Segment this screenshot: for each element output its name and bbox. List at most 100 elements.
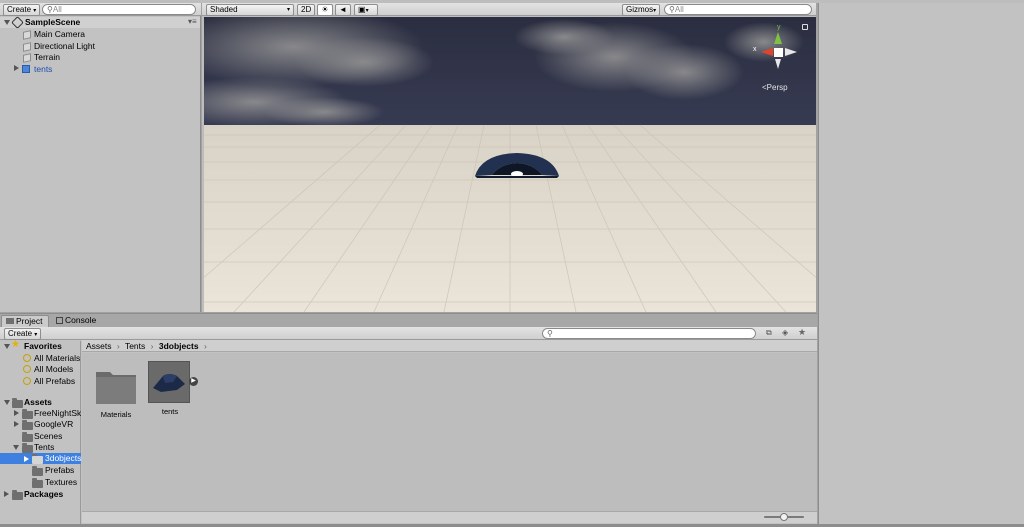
projection-label[interactable]: <Persp [762,83,788,92]
folder-expand-arrow-icon[interactable] [14,421,19,427]
gizmo-negy-cone-icon[interactable] [775,59,781,69]
folder-expand-arrow-icon[interactable] [14,410,19,416]
tab-console-label: Console [65,315,97,325]
breadcrumb-separator-icon: › [203,341,207,351]
model-preview-thumbnail [148,361,190,403]
project-search-input[interactable]: ⚲ [542,328,756,339]
scene-name: SampleScene [25,17,81,27]
assets-folder-item[interactable]: Tents [34,442,54,453]
folder-icon [32,454,43,464]
scene-menu-icon[interactable]: ▾≡ [188,17,197,26]
folder-icon [32,466,43,476]
tab-console[interactable]: Console [52,315,104,327]
effects-dropdown[interactable]: ▣▾ [354,4,378,16]
shading-mode-label: Shaded [210,5,238,14]
audio-toggle[interactable]: ◄ [335,4,351,16]
gizmo-negx-cone-icon[interactable] [785,48,797,56]
breadcrumb-item[interactable]: Tents [125,341,145,351]
packages-header[interactable]: Packages [24,489,63,500]
favorites-item[interactable]: All Materials [34,353,80,364]
zoom-slider[interactable] [764,513,804,521]
mode-2d-toggle[interactable]: 2D [297,4,316,16]
dropdown-arrow-icon: ▾ [34,332,38,338]
folder-icon [32,478,43,488]
gizmo-x-cone-icon[interactable] [761,48,773,56]
project-status-bar [82,511,817,523]
tents-expand-arrow-icon[interactable] [14,65,19,71]
large-folder-icon [96,372,136,404]
folder-icon [22,443,33,453]
project-create-button[interactable]: Create ▾ [4,328,42,340]
hierarchy-item[interactable]: Terrain [34,52,60,63]
assets-header[interactable]: Assets [24,397,52,408]
orientation-gizmo[interactable]: y x [749,24,799,79]
asset-item-label: Materials [100,410,132,419]
assets-folder-item[interactable]: GoogleVR [34,419,73,430]
folder-icon [12,490,23,500]
prefab-cube-icon [22,65,30,73]
assets-expand-arrow-icon[interactable] [4,400,10,405]
gameobject-icon [23,30,31,40]
shading-mode-dropdown[interactable]: Shaded ▾ [206,4,294,16]
tent-model[interactable] [472,150,562,182]
favorites-expand-arrow-icon[interactable] [4,344,10,349]
lock-icon[interactable] [802,24,808,30]
hierarchy-search-placeholder: All [52,5,62,14]
gameobject-icon [23,53,31,63]
breadcrumb-separator-icon: › [116,341,120,351]
hierarchy-item[interactable]: Directional Light [34,41,95,52]
hierarchy-create-button[interactable]: Create ▾ [3,4,41,16]
assets-folder-item[interactable]: FreeNightSky [34,408,81,419]
favorites-header[interactable]: Favorites [24,341,62,352]
lighting-toggle[interactable]: ☀ [317,4,333,16]
favorite-star-icon[interactable]: ★ [798,327,806,338]
dropdown-arrow-icon: ▾ [365,8,369,14]
scene-viewport[interactable]: y x <Persp [204,17,816,312]
hierarchy-search-input[interactable]: ⚲All [42,4,196,15]
expand-model-arrow-icon[interactable]: ▶ [189,377,198,386]
filter-type-icon[interactable]: ⧉ [766,328,772,338]
image-icon: ▣ [358,5,366,14]
scene-search-input[interactable]: ⚲All [664,4,812,15]
search-filter-icon [23,365,31,373]
assets-folder-item-selected[interactable]: 3dobjects [45,453,81,464]
favorites-item[interactable]: All Prefabs [34,376,75,387]
favorites-item[interactable]: All Models [34,364,73,375]
project-tab-bar [0,314,817,327]
dropdown-arrow-icon: ▾ [286,7,290,13]
gizmo-center-cube-icon[interactable] [774,48,783,57]
gameobject-icon [23,42,31,52]
gizmo-x-label: x [753,46,757,53]
dropdown-arrow-icon: ▾ [33,8,37,14]
projection-text: Persp [766,83,788,92]
breadcrumb-separator-icon: › [150,341,154,351]
gizmos-dropdown[interactable]: Gizmos▾ [622,4,660,16]
breadcrumb-item-current[interactable]: 3dobjects [159,341,199,351]
breadcrumb: Assets › Tents › 3dobjects › [82,340,817,352]
gizmo-y-cone-icon[interactable] [774,32,782,44]
assets-folder-item[interactable]: Scenes [34,431,62,442]
console-icon [56,317,63,324]
folder-icon [22,420,33,430]
hierarchy-item[interactable]: Main Camera [34,29,85,40]
assets-folder-item[interactable]: Textures [45,477,77,488]
filter-label-icon[interactable]: ◈ [782,328,788,337]
gizmo-y-label: y [777,24,781,31]
packages-expand-arrow-icon[interactable] [4,491,9,497]
dropdown-arrow-icon: ▾ [653,8,657,14]
scene-expand-arrow-icon[interactable] [4,20,10,25]
asset-item-tents[interactable]: ▶ tents [148,361,198,423]
tab-project[interactable]: Project [1,315,49,327]
favorites-star-icon: ★ [11,339,20,350]
assets-folder-item[interactable]: Prefabs [45,465,74,476]
breadcrumb-item[interactable]: Assets [86,341,112,351]
folder-expand-arrow-icon[interactable] [13,445,19,450]
zoom-slider-thumb[interactable] [780,513,788,521]
folder-tab-icon [6,318,14,324]
asset-item-materials[interactable]: Materials [94,366,138,422]
hierarchy-item-prefab[interactable]: tents [34,64,52,75]
folder-expand-arrow-icon[interactable] [24,456,29,462]
scene-search-placeholder: All [674,5,684,14]
folder-icon [22,409,33,419]
hierarchy-panel: Create ▾ ⚲All SampleScene ▾≡ Main Camera… [0,3,201,312]
